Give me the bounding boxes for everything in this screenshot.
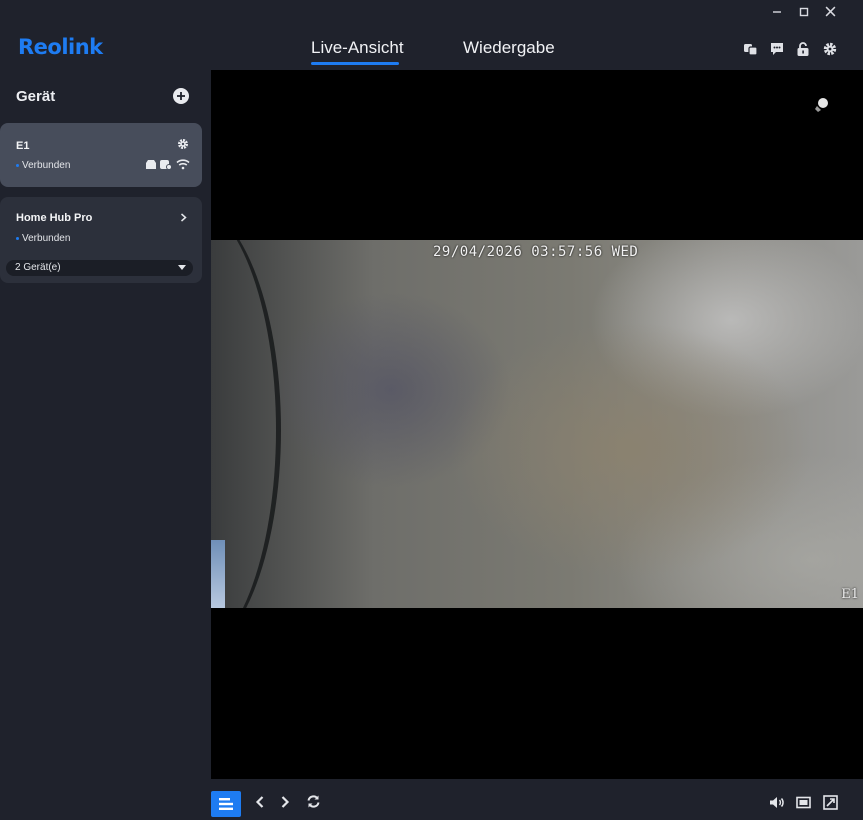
refresh-icon[interactable]: [306, 794, 321, 809]
device-name: E1: [16, 140, 30, 152]
tab-playback[interactable]: Wiedergabe: [463, 38, 555, 58]
reolink-logo: Reolink: [18, 35, 103, 59]
device-status: Verbunden: [16, 160, 70, 171]
device-card-home-hub-pro[interactable]: Home Hub Pro Verbunden 2 Gerät(e): [0, 197, 202, 283]
osd-camera-name: E1: [841, 587, 859, 602]
maximize-icon: [799, 7, 809, 17]
active-tab-indicator: [311, 62, 399, 65]
lock-icon[interactable]: [795, 41, 811, 57]
message-icon[interactable]: [769, 41, 785, 57]
video-blue-patch: [211, 540, 225, 608]
reolink-app: Reolink Live-Ansicht Wiedergabe Gerät E1…: [0, 0, 863, 820]
device-sidebar: Gerät E1 Verbunden Home Hub Pro Verbunde…: [0, 70, 211, 820]
maximize-button[interactable]: [793, 3, 815, 21]
status-text: Verbunden: [22, 233, 71, 244]
layout-list-icon: [219, 798, 233, 810]
settings-icon[interactable]: [822, 41, 838, 57]
subdevice-count: 2 Gerät(e): [15, 262, 61, 273]
osd-timestamp: 29/04/2026 03:57:56 WED: [433, 244, 639, 260]
status-dot: [16, 236, 19, 240]
subdevice-dropdown[interactable]: 2 Gerät(e): [6, 260, 193, 276]
device-list-title: Gerät: [16, 88, 56, 105]
app-header: Reolink Live-Ansicht Wiedergabe: [0, 26, 863, 70]
tab-live-view[interactable]: Live-Ansicht: [311, 38, 404, 58]
chevron-right-icon[interactable]: [180, 213, 187, 222]
close-icon: [825, 6, 835, 17]
chevron-left-icon[interactable]: [254, 795, 266, 809]
plus-icon: [177, 92, 185, 100]
device-settings-icon[interactable]: [177, 138, 189, 150]
wifi-icon: [176, 159, 190, 170]
close-button[interactable]: [819, 3, 841, 21]
layout-button[interactable]: [211, 791, 241, 817]
live-view-area[interactable]: 29/04/2026 03:57:56 WED E1: [211, 70, 863, 779]
minimize-button[interactable]: [766, 3, 788, 21]
chevron-down-icon: [178, 265, 186, 270]
device-status: Verbunden: [16, 233, 70, 244]
fullscreen-icon[interactable]: [823, 795, 838, 810]
device-name: Home Hub Pro: [16, 212, 93, 224]
privacy-mode-icon: [160, 160, 172, 170]
floodlight-icon[interactable]: [813, 97, 829, 113]
add-device-button[interactable]: [173, 88, 189, 104]
title-bar: [0, 0, 863, 26]
light-icon: [146, 160, 156, 169]
status-dot: [16, 163, 19, 167]
minimize-icon: [773, 11, 781, 13]
aspect-ratio-icon[interactable]: [796, 796, 811, 809]
bottom-toolbar: [211, 779, 863, 820]
status-text: Verbunden: [22, 160, 71, 171]
camera-video-feed[interactable]: 29/04/2026 03:57:56 WED E1: [211, 240, 863, 608]
volume-icon[interactable]: [769, 796, 785, 809]
devices-icon[interactable]: [743, 41, 759, 57]
chevron-right-icon[interactable]: [279, 795, 291, 809]
device-card-e1[interactable]: E1 Verbunden: [0, 123, 202, 187]
